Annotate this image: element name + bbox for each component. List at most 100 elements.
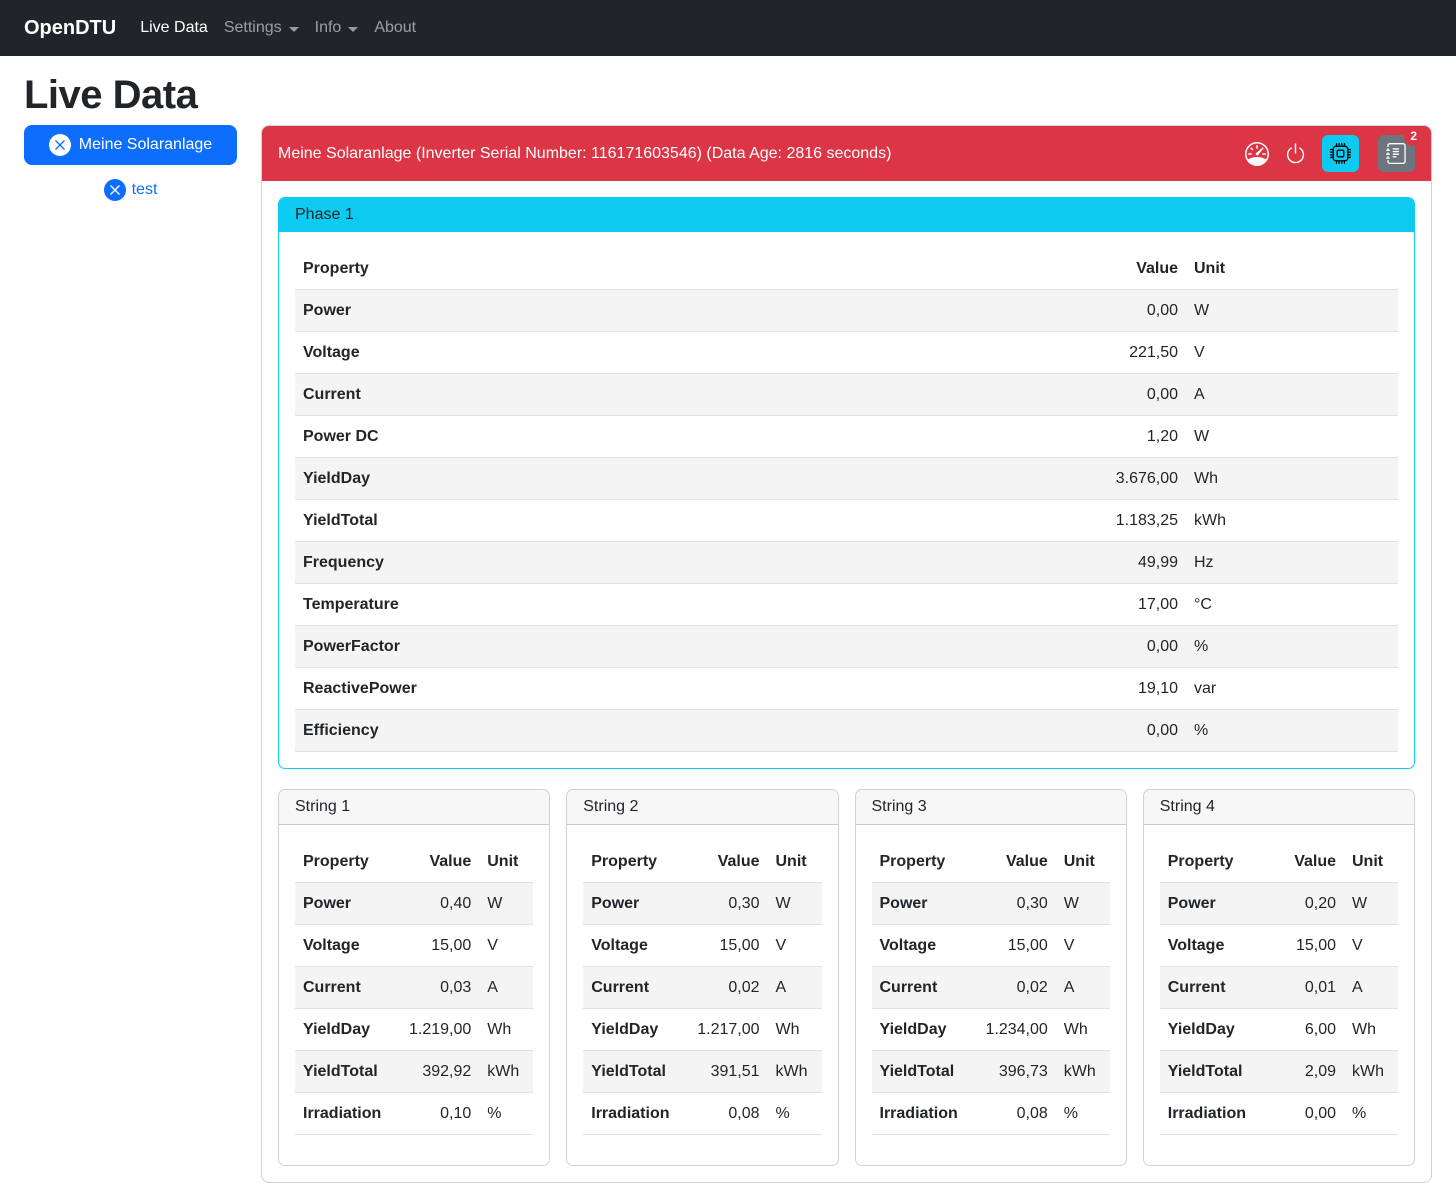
- column-header: Unit: [479, 841, 533, 883]
- event-count-badge: 2: [1404, 127, 1423, 146]
- unit-cell: A: [1186, 374, 1398, 416]
- nav-item-label: Info: [315, 19, 342, 37]
- property-cell: Current: [872, 967, 970, 1009]
- event-log-button[interactable]: 2: [1378, 135, 1415, 172]
- property-cell: Power: [583, 883, 681, 925]
- value-cell: 0,30: [970, 883, 1056, 925]
- value-cell: 15,00: [1258, 925, 1344, 967]
- brand-link[interactable]: OpenDTU: [24, 17, 116, 40]
- string-card-header: String 4: [1144, 790, 1414, 825]
- property-cell: YieldDay: [872, 1009, 970, 1051]
- value-cell: 1,20: [1046, 416, 1186, 458]
- string-card-4: String 4 PropertyValueUnit Power0,20WVol…: [1143, 789, 1415, 1166]
- unit-cell: W: [1186, 416, 1398, 458]
- unit-cell: °C: [1186, 584, 1398, 626]
- table-row: Power0,20W: [1160, 883, 1398, 925]
- table-row: Irradiation0,08%: [583, 1093, 821, 1135]
- nav-item-live-data[interactable]: Live Data: [132, 11, 216, 45]
- inverter-button-test[interactable]: test: [24, 179, 237, 201]
- inverter-panel: Meine Solaranlage (Inverter Serial Numbe…: [261, 125, 1432, 1183]
- value-cell: 3.676,00: [1046, 458, 1186, 500]
- table-row: Power0,40W: [295, 883, 533, 925]
- table-header-row: PropertyValueUnit: [295, 841, 533, 883]
- column-header: Property: [872, 841, 970, 883]
- unit-cell: V: [768, 925, 822, 967]
- x-circle-icon: [104, 179, 126, 201]
- nav-item-info[interactable]: Info: [307, 11, 367, 45]
- limit-settings-button[interactable]: [1245, 142, 1269, 166]
- table-row: Voltage15,00V: [1160, 925, 1398, 967]
- unit-cell: V: [1186, 332, 1398, 374]
- inverter-button-meine-solaranlage[interactable]: Meine Solaranlage: [24, 125, 237, 165]
- property-cell: Irradiation: [295, 1093, 393, 1135]
- property-cell: Power: [295, 290, 1046, 332]
- property-cell: Voltage: [1160, 925, 1258, 967]
- table-row: YieldDay1.234,00Wh: [872, 1009, 1110, 1051]
- value-cell: 19,10: [1046, 668, 1186, 710]
- dropdown-caret-icon: [289, 27, 299, 32]
- property-cell: Power: [295, 883, 393, 925]
- table-row: Current0,02A: [583, 967, 821, 1009]
- property-cell: YieldTotal: [295, 1051, 393, 1093]
- table-row: Voltage221,50V: [295, 332, 1398, 374]
- value-cell: 221,50: [1046, 332, 1186, 374]
- power-settings-button[interactable]: [1284, 142, 1307, 165]
- unit-cell: W: [768, 883, 822, 925]
- page-title: Live Data: [24, 75, 1432, 115]
- phase-table: PropertyValueUnit Power0,00WVoltage221,5…: [295, 248, 1398, 752]
- string-card-body: PropertyValueUnit Power0,30WVoltage15,00…: [856, 825, 1126, 1165]
- unit-cell: kWh: [1056, 1051, 1110, 1093]
- property-cell: Current: [295, 374, 1046, 416]
- panel-action-icons: 2: [1245, 135, 1415, 172]
- table-header-row: PropertyValueUnit: [583, 841, 821, 883]
- table-row: ReactivePower19,10var: [295, 668, 1398, 710]
- unit-cell: Wh: [768, 1009, 822, 1051]
- table-row: Frequency49,99Hz: [295, 542, 1398, 584]
- table-row: Power0,30W: [583, 883, 821, 925]
- table-row: YieldTotal1.183,25kWh: [295, 500, 1398, 542]
- unit-cell: V: [479, 925, 533, 967]
- table-row: Current0,02A: [872, 967, 1110, 1009]
- table-header-row: PropertyValueUnit: [1160, 841, 1398, 883]
- column-header: Unit: [1344, 841, 1398, 883]
- table-header-row: PropertyValueUnit: [872, 841, 1110, 883]
- value-cell: 49,99: [1046, 542, 1186, 584]
- inverter-panel-body: Phase 1 PropertyValueUnit Power0,00WVolt…: [262, 181, 1431, 1182]
- unit-cell: W: [1056, 883, 1110, 925]
- string-card-header: String 2: [567, 790, 837, 825]
- value-cell: 0,03: [393, 967, 479, 1009]
- phase-card: Phase 1 PropertyValueUnit Power0,00WVolt…: [278, 197, 1415, 769]
- column-header: Unit: [1186, 248, 1398, 290]
- value-cell: 0,01: [1258, 967, 1344, 1009]
- property-cell: YieldDay: [295, 1009, 393, 1051]
- unit-cell: %: [479, 1093, 533, 1135]
- value-cell: 0,00: [1046, 374, 1186, 416]
- unit-cell: kWh: [768, 1051, 822, 1093]
- journal-text-icon: [1386, 143, 1407, 164]
- nav-item-settings[interactable]: Settings: [216, 11, 307, 45]
- value-cell: 0,00: [1258, 1093, 1344, 1135]
- table-row: YieldTotal396,73kWh: [872, 1051, 1110, 1093]
- table-row: PowerFactor0,00%: [295, 626, 1398, 668]
- property-cell: Frequency: [295, 542, 1046, 584]
- x-circle-icon: [49, 134, 71, 156]
- unit-cell: var: [1186, 668, 1398, 710]
- power-icon: [1284, 142, 1307, 165]
- column-header: Property: [295, 841, 393, 883]
- column-header: Value: [1046, 248, 1186, 290]
- value-cell: 1.183,25: [1046, 500, 1186, 542]
- speedometer-icon: [1245, 142, 1269, 166]
- nav-item-about[interactable]: About: [366, 11, 424, 45]
- table-row: Voltage15,00V: [295, 925, 533, 967]
- table-row: YieldTotal391,51kWh: [583, 1051, 821, 1093]
- table-row: Irradiation0,08%: [872, 1093, 1110, 1135]
- table-row: Voltage15,00V: [872, 925, 1110, 967]
- property-cell: YieldTotal: [1160, 1051, 1258, 1093]
- nav-item-label: Settings: [224, 19, 282, 37]
- value-cell: 1.219,00: [393, 1009, 479, 1051]
- device-info-button[interactable]: [1322, 135, 1359, 172]
- value-cell: 15,00: [682, 925, 768, 967]
- property-cell: YieldTotal: [872, 1051, 970, 1093]
- property-cell: Temperature: [295, 584, 1046, 626]
- column-header: Value: [682, 841, 768, 883]
